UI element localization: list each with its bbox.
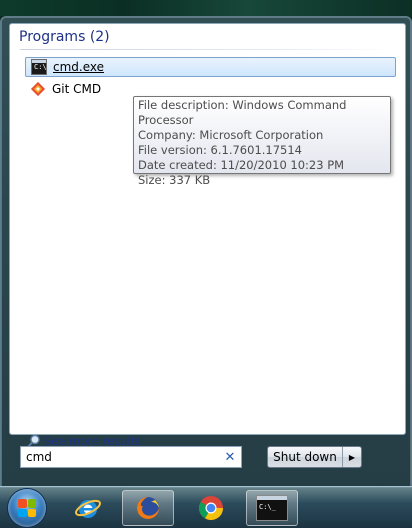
windows-start-icon[interactable]: [8, 489, 46, 527]
shutdown-button[interactable]: Shut down: [268, 447, 343, 467]
file-info-tooltip: File description: Windows Command Proces…: [133, 96, 391, 187]
tooltip-company: Company: Microsoft Corporation: [138, 128, 324, 142]
chevron-right-icon[interactable]: ▶: [343, 447, 361, 467]
search-input[interactable]: cmd ✕: [20, 446, 242, 468]
close-icon[interactable]: ✕: [222, 450, 238, 465]
header-divider: [20, 49, 398, 50]
git-icon: [30, 81, 46, 97]
shutdown-control: Shut down ▶: [267, 446, 362, 468]
chrome-icon[interactable]: [185, 490, 237, 526]
search-input-value[interactable]: cmd: [21, 450, 222, 464]
cmd-icon: C:\: [31, 59, 47, 75]
tooltip-version: File version: 6.1.7601.17514: [138, 143, 302, 157]
result-label: cmd.exe: [53, 60, 105, 74]
taskbar: C:\_: [0, 486, 412, 528]
tooltip-size: Size: 337 KB: [138, 173, 211, 187]
programs-header[interactable]: Programs (2): [19, 29, 110, 45]
tooltip-date: Date created: 11/20/2010 10:23 PM: [138, 158, 345, 172]
screen: Programs (2) C:\ cmd.exe Git CMD See mor…: [0, 0, 412, 528]
command-prompt-icon[interactable]: C:\_: [246, 490, 298, 526]
windows-flag-icon: [18, 499, 36, 517]
start-menu: Programs (2) C:\ cmd.exe Git CMD See mor…: [0, 16, 412, 488]
search-results-pane: Programs (2) C:\ cmd.exe Git CMD See mor…: [9, 23, 406, 448]
result-label: Git CMD: [52, 82, 102, 96]
tooltip-description: File description: Windows Command Proces…: [138, 98, 347, 127]
result-item-cmd[interactable]: C:\ cmd.exe: [25, 57, 396, 77]
desktop-background: [0, 0, 412, 16]
svg-text:C:\_: C:\_: [259, 503, 277, 511]
firefox-icon[interactable]: [122, 490, 174, 526]
internet-explorer-icon[interactable]: [62, 490, 114, 526]
